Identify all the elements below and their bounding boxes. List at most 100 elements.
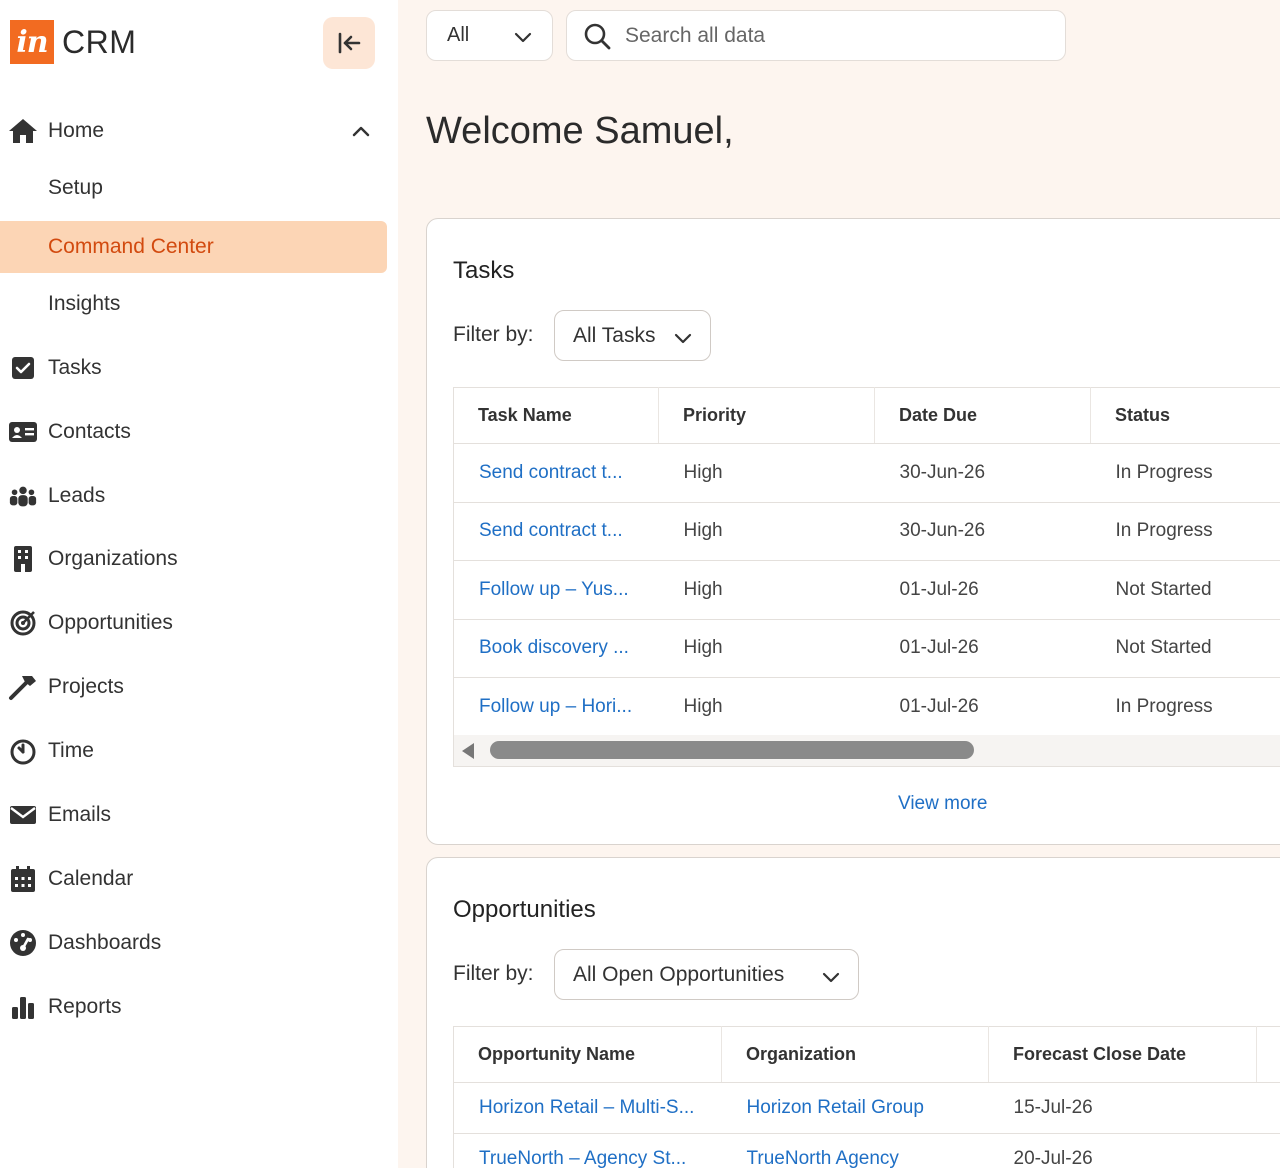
sidebar-item-label: Emails — [48, 803, 112, 826]
building-icon — [8, 544, 38, 574]
sidebar-item-tasks[interactable]: Tasks — [0, 342, 387, 394]
task-name-link[interactable]: Follow up – Hori... — [453, 677, 659, 737]
task-name-link[interactable]: Send contract t... — [453, 443, 659, 503]
horizontal-scrollbar[interactable] — [453, 735, 1280, 767]
sidebar-item-setup[interactable]: Setup — [0, 162, 387, 214]
column-header-forecast-close-date[interactable]: Forecast Close Date — [988, 1026, 1257, 1083]
table-header-row: Task Name Priority Date Due Status — [453, 387, 1280, 444]
people-group-icon — [8, 481, 38, 511]
overflow-cell — [1256, 1133, 1280, 1168]
column-header-priority[interactable]: Priority — [658, 387, 875, 444]
chevron-up-icon[interactable] — [352, 119, 370, 143]
page-title: Welcome Samuel, — [426, 110, 734, 152]
column-header-date-due[interactable]: Date Due — [874, 387, 1091, 444]
table-row: Book discovery ... High 01-Jul-26 Not St… — [453, 619, 1280, 678]
tasks-table: Task Name Priority Date Due Status Send … — [453, 387, 1280, 737]
sidebar-item-calendar[interactable]: Calendar — [0, 853, 387, 905]
task-priority: High — [658, 443, 875, 503]
sidebar-item-reports[interactable]: Reports — [0, 981, 387, 1033]
organization-link[interactable]: Horizon Retail Group — [721, 1082, 989, 1134]
forecast-close-date: 20-Jul-26 — [988, 1133, 1257, 1168]
global-search[interactable] — [566, 10, 1066, 61]
sidebar-item-emails[interactable]: Emails — [0, 789, 387, 841]
sidebar-item-organizations[interactable]: Organizations — [0, 533, 387, 585]
table-row: Follow up – Hori... High 01-Jul-26 In Pr… — [453, 677, 1280, 737]
task-name-link[interactable]: Follow up – Yus... — [453, 560, 659, 620]
overflow-cell — [1256, 1082, 1280, 1134]
search-scope-select[interactable]: All — [426, 10, 553, 61]
opportunity-name-link[interactable]: Horizon Retail – Multi-S... — [453, 1082, 722, 1134]
sidebar-item-command-center[interactable]: Command Center — [0, 221, 387, 273]
search-input[interactable] — [625, 21, 1045, 51]
sidebar-item-time[interactable]: Time — [0, 725, 387, 777]
sidebar-item-dashboards[interactable]: Dashboards — [0, 917, 387, 969]
collapse-sidebar-button[interactable] — [323, 17, 375, 69]
sidebar-item-insights[interactable]: Insights — [0, 278, 387, 330]
table-row: Follow up – Yus... High 01-Jul-26 Not St… — [453, 560, 1280, 620]
column-header-opportunity-name[interactable]: Opportunity Name — [453, 1026, 722, 1083]
task-date-due: 01-Jul-26 — [874, 619, 1091, 678]
opportunities-table: Opportunity Name Organization Forecast C… — [453, 1026, 1280, 1168]
task-date-due: 30-Jun-26 — [874, 502, 1091, 561]
target-icon — [8, 608, 38, 638]
brand[interactable]: in CRM — [10, 20, 136, 64]
scroll-left-arrow-icon[interactable] — [462, 743, 474, 759]
task-priority: High — [658, 619, 875, 678]
opportunity-name-link[interactable]: TrueNorth – Agency St... — [453, 1133, 722, 1168]
organization-link[interactable]: TrueNorth Agency — [721, 1133, 989, 1168]
table-header-row: Opportunity Name Organization Forecast C… — [453, 1026, 1280, 1083]
brand-logo: in — [10, 20, 54, 64]
sidebar-item-label: Dashboards — [48, 931, 162, 954]
search-icon — [583, 22, 611, 55]
home-icon — [8, 116, 38, 146]
column-header-task-name[interactable]: Task Name — [453, 387, 659, 444]
task-name-link[interactable]: Send contract t... — [453, 502, 659, 561]
task-date-due: 01-Jul-26 — [874, 560, 1091, 620]
sidebar-item-label: Calendar — [48, 867, 134, 890]
timer-icon — [8, 736, 38, 766]
sidebar: in CRM Home Setup Command Center Insight… — [0, 0, 398, 1168]
opportunities-card-title: Opportunities — [453, 896, 596, 923]
sidebar-item-home[interactable]: Home — [0, 105, 387, 157]
opportunities-card: Opportunities Filter by: All Open Opport… — [426, 857, 1280, 1168]
column-header-overflow — [1256, 1026, 1280, 1083]
scrollbar-thumb[interactable] — [490, 741, 974, 759]
sidebar-item-contacts[interactable]: Contacts — [0, 406, 387, 458]
sidebar-item-opportunities[interactable]: Opportunities — [0, 597, 387, 649]
opportunities-filter-select[interactable]: All Open Opportunities — [554, 949, 859, 1000]
task-priority: High — [658, 677, 875, 737]
sidebar-item-label: Projects — [48, 675, 124, 698]
tasks-view-more-link[interactable]: View more — [898, 793, 987, 815]
tasks-filter-select[interactable]: All Tasks — [554, 310, 711, 361]
task-status: In Progress — [1090, 443, 1280, 503]
sidebar-item-label: Leads — [48, 484, 106, 507]
task-priority: High — [658, 502, 875, 561]
task-status: In Progress — [1090, 502, 1280, 561]
task-date-due: 30-Jun-26 — [874, 443, 1091, 503]
table-row: Send contract t... High 30-Jun-26 In Pro… — [453, 443, 1280, 503]
sidebar-item-leads[interactable]: Leads — [0, 470, 387, 522]
sidebar-item-label: Tasks — [48, 356, 102, 379]
calendar-icon — [8, 864, 38, 894]
tasks-card: Tasks Filter by: All Tasks Task Name Pri… — [426, 218, 1280, 845]
sidebar-item-projects[interactable]: Projects — [0, 661, 387, 713]
task-status: In Progress — [1090, 677, 1280, 737]
sidebar-item-label: Organizations — [48, 547, 178, 570]
task-status: Not Started — [1090, 619, 1280, 678]
sidebar-item-label: Contacts — [48, 420, 131, 443]
envelope-icon — [8, 800, 38, 830]
sidebar-item-label: Insights — [48, 292, 121, 315]
sidebar-item-label: Opportunities — [48, 611, 173, 634]
task-priority: High — [658, 560, 875, 620]
sidebar-item-label: Time — [48, 739, 94, 762]
table-row: Horizon Retail – Multi-S... Horizon Reta… — [453, 1082, 1280, 1134]
tasks-filter-label: Filter by: — [453, 323, 534, 346]
column-header-status[interactable]: Status — [1090, 387, 1280, 444]
contact-card-icon — [8, 417, 38, 447]
column-header-organization[interactable]: Organization — [721, 1026, 989, 1083]
bar-chart-icon — [8, 992, 38, 1022]
opportunities-filter-value: All Open Opportunities — [573, 962, 785, 986]
table-row: TrueNorth – Agency St... TrueNorth Agenc… — [453, 1133, 1280, 1168]
tasks-filter-value: All Tasks — [573, 323, 656, 347]
task-name-link[interactable]: Book discovery ... — [453, 619, 659, 678]
